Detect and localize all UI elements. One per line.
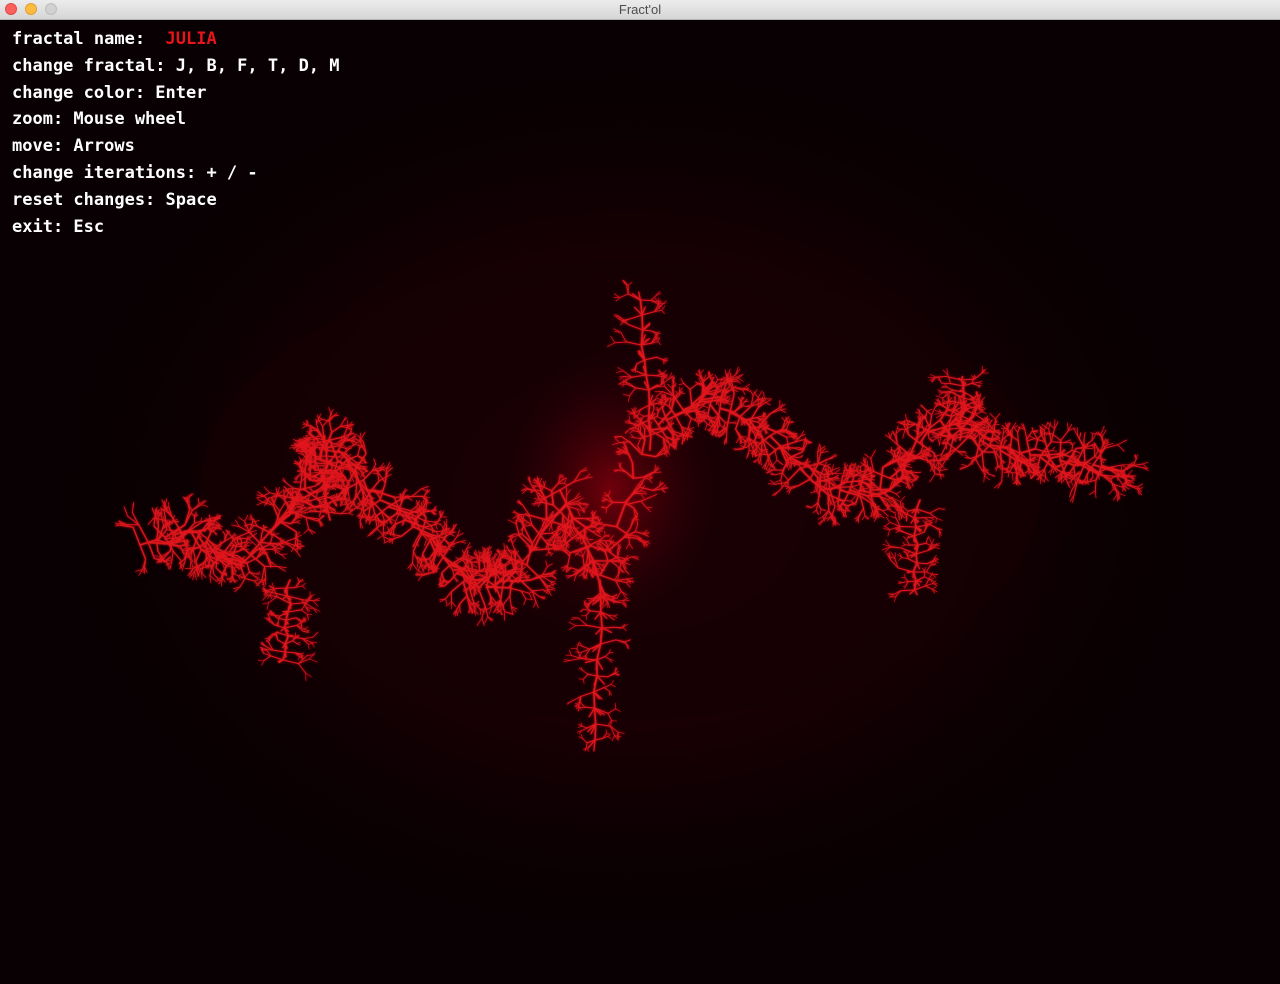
move-hint: move: Arrows — [12, 136, 135, 157]
app-window: Fract'ol fractal name: JULIA change frac… — [0, 0, 1280, 984]
change-color-hint: change color: Enter — [12, 82, 207, 103]
title-bar[interactable]: Fract'ol — [0, 0, 1280, 20]
change-fractal-hint: change fractal: J, B, F, T, D, M — [12, 55, 340, 76]
exit-hint: exit: Esc — [12, 216, 105, 237]
window-title: Fract'ol — [618, 2, 662, 17]
fractal-name-value: JULIA — [165, 29, 217, 49]
help-overlay: fractal name: JULIA change fractal: J, B… — [12, 26, 340, 240]
zoom-hint: zoom: Mouse wheel — [12, 109, 186, 130]
reset-hint: reset changes: Space — [12, 189, 217, 210]
fractal-name-label: fractal name: — [12, 29, 146, 49]
iterations-hint: change iterations: + / - — [12, 162, 258, 183]
fractal-name-line: fractal name: JULIA — [12, 26, 340, 53]
